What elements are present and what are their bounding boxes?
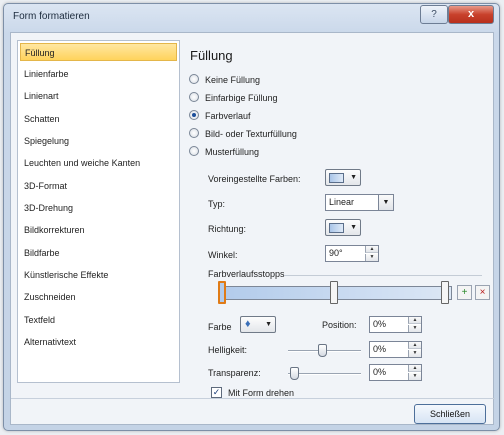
position-label: Position: xyxy=(322,320,357,330)
radio-button[interactable] xyxy=(189,74,199,84)
sidebar-item-kuenstlerische-effekte[interactable]: Künstlerische Effekte xyxy=(20,266,177,284)
transparency-spinner[interactable]: 0% ▲ ▼ xyxy=(369,364,422,381)
spin-down-icon[interactable]: ▼ xyxy=(408,325,421,332)
angle-spinner[interactable]: 90° ▲ ▼ xyxy=(325,245,379,262)
radio-pattern-fill[interactable]: Musterfüllung xyxy=(189,145,259,159)
close-icon[interactable]: x xyxy=(448,5,494,24)
chevron-down-icon[interactable]: ▼ xyxy=(378,195,393,210)
brightness-label: Helligkeit: xyxy=(208,345,248,355)
radio-label: Bild- oder Texturfüllung xyxy=(205,129,297,139)
remove-stop-icon[interactable]: × xyxy=(475,285,490,300)
brightness-slider-thumb[interactable] xyxy=(318,344,327,357)
gradient-swatch-icon xyxy=(329,223,344,233)
spin-down-icon[interactable]: ▼ xyxy=(408,373,421,380)
sidebar-item-bildfarbe[interactable]: Bildfarbe xyxy=(20,244,177,262)
category-sidebar: Füllung Linienfarbe Linienart Schatten S… xyxy=(17,40,180,383)
chevron-down-icon: ▼ xyxy=(350,224,357,231)
radio-solid-fill[interactable]: Einfarbige Füllung xyxy=(189,91,278,105)
spin-up-icon[interactable]: ▲ xyxy=(408,317,421,324)
fill-panel: Füllung Keine Füllung Einfarbige Füllung… xyxy=(184,40,490,398)
direction-label: Richtung: xyxy=(208,224,247,234)
type-select[interactable]: Linear ▼ xyxy=(325,194,394,211)
gradient-stops-title: Farbverlaufsstopps xyxy=(208,269,285,279)
radio-label: Einfarbige Füllung xyxy=(205,93,278,103)
position-spinner[interactable]: 0% ▲ ▼ xyxy=(369,316,422,333)
radio-button[interactable] xyxy=(189,92,199,102)
sidebar-item-fuellung[interactable]: Füllung xyxy=(20,43,177,61)
gradient-stop-selected[interactable] xyxy=(218,281,226,304)
sidebar-item-linienfarbe[interactable]: Linienfarbe xyxy=(20,65,177,83)
sidebar-item-3d-drehung[interactable]: 3D-Drehung xyxy=(20,199,177,217)
radio-gradient-fill[interactable]: Farbverlauf xyxy=(189,109,251,123)
close-button[interactable]: Schließen xyxy=(414,404,486,424)
radio-label: Farbverlauf xyxy=(205,111,251,121)
sidebar-item-textfeld[interactable]: Textfeld xyxy=(20,311,177,329)
sidebar-item-bildkorrekturen[interactable]: Bildkorrekturen xyxy=(20,221,177,239)
gradient-stop-end[interactable] xyxy=(441,281,449,304)
sidebar-item-leuchten[interactable]: Leuchten und weiche Kanten xyxy=(20,154,177,172)
spin-up-icon[interactable]: ▲ xyxy=(365,246,378,253)
brightness-spinner[interactable]: 0% ▲ ▼ xyxy=(369,341,422,358)
direction-button[interactable]: ▼ xyxy=(325,219,361,236)
color-picker-button[interactable]: ♦ ▼ xyxy=(240,316,276,333)
brightness-value: 0% xyxy=(373,344,387,354)
sidebar-item-schatten[interactable]: Schatten xyxy=(20,110,177,128)
transparency-label: Transparenz: xyxy=(208,368,261,378)
sidebar-item-3d-format[interactable]: 3D-Format xyxy=(20,177,177,195)
gradient-swatch-icon xyxy=(329,173,344,183)
sidebar-item-spiegelung[interactable]: Spiegelung xyxy=(20,132,177,150)
dialog-body: Füllung Linienfarbe Linienart Schatten S… xyxy=(10,32,495,425)
title-bar: Form formatieren ? x xyxy=(4,4,499,30)
sidebar-item-alternativtext[interactable]: Alternativtext xyxy=(20,333,177,351)
preset-colors-label: Voreingestellte Farben: xyxy=(208,174,301,184)
transparency-value: 0% xyxy=(373,367,387,377)
transparency-slider-thumb[interactable] xyxy=(290,367,299,380)
group-divider xyxy=(284,275,482,276)
gradient-stop-middle[interactable] xyxy=(330,281,338,304)
radio-picture-fill[interactable]: Bild- oder Texturfüllung xyxy=(189,127,297,141)
radio-no-fill[interactable]: Keine Füllung xyxy=(189,73,260,87)
radio-button[interactable] xyxy=(189,146,199,156)
radio-label: Keine Füllung xyxy=(205,75,261,85)
footer-divider xyxy=(11,398,495,399)
position-value: 0% xyxy=(373,319,387,329)
type-label: Typ: xyxy=(208,199,226,209)
spin-up-icon[interactable]: ▲ xyxy=(408,365,421,372)
color-label: Farbe xyxy=(208,322,232,332)
chevron-down-icon: ▼ xyxy=(350,174,357,181)
add-stop-icon[interactable]: + xyxy=(457,285,472,300)
rotate-with-shape-checkbox[interactable]: ✓ xyxy=(211,387,222,398)
dialog-title: Form formatieren xyxy=(13,11,90,22)
type-select-value: Linear xyxy=(329,197,355,207)
sidebar-item-zuschneiden[interactable]: Zuschneiden xyxy=(20,288,177,306)
help-button[interactable]: ? xyxy=(420,5,448,24)
format-shape-dialog: Form formatieren ? x Füllung Linienfarbe… xyxy=(3,3,500,431)
spin-down-icon[interactable]: ▼ xyxy=(408,350,421,357)
radio-button[interactable] xyxy=(189,128,199,138)
spin-down-icon[interactable]: ▼ xyxy=(365,254,378,261)
angle-value: 90° xyxy=(329,248,343,258)
paint-bucket-icon: ♦ xyxy=(245,318,251,330)
spin-up-icon[interactable]: ▲ xyxy=(408,342,421,349)
radio-label: Musterfüllung xyxy=(205,147,260,157)
preset-colors-button[interactable]: ▼ xyxy=(325,169,361,186)
panel-title: Füllung xyxy=(190,48,233,63)
angle-label: Winkel: xyxy=(208,250,238,260)
sidebar-item-linienart[interactable]: Linienart xyxy=(20,87,177,105)
chevron-down-icon: ▼ xyxy=(265,321,272,328)
radio-button-selected[interactable] xyxy=(189,110,199,120)
